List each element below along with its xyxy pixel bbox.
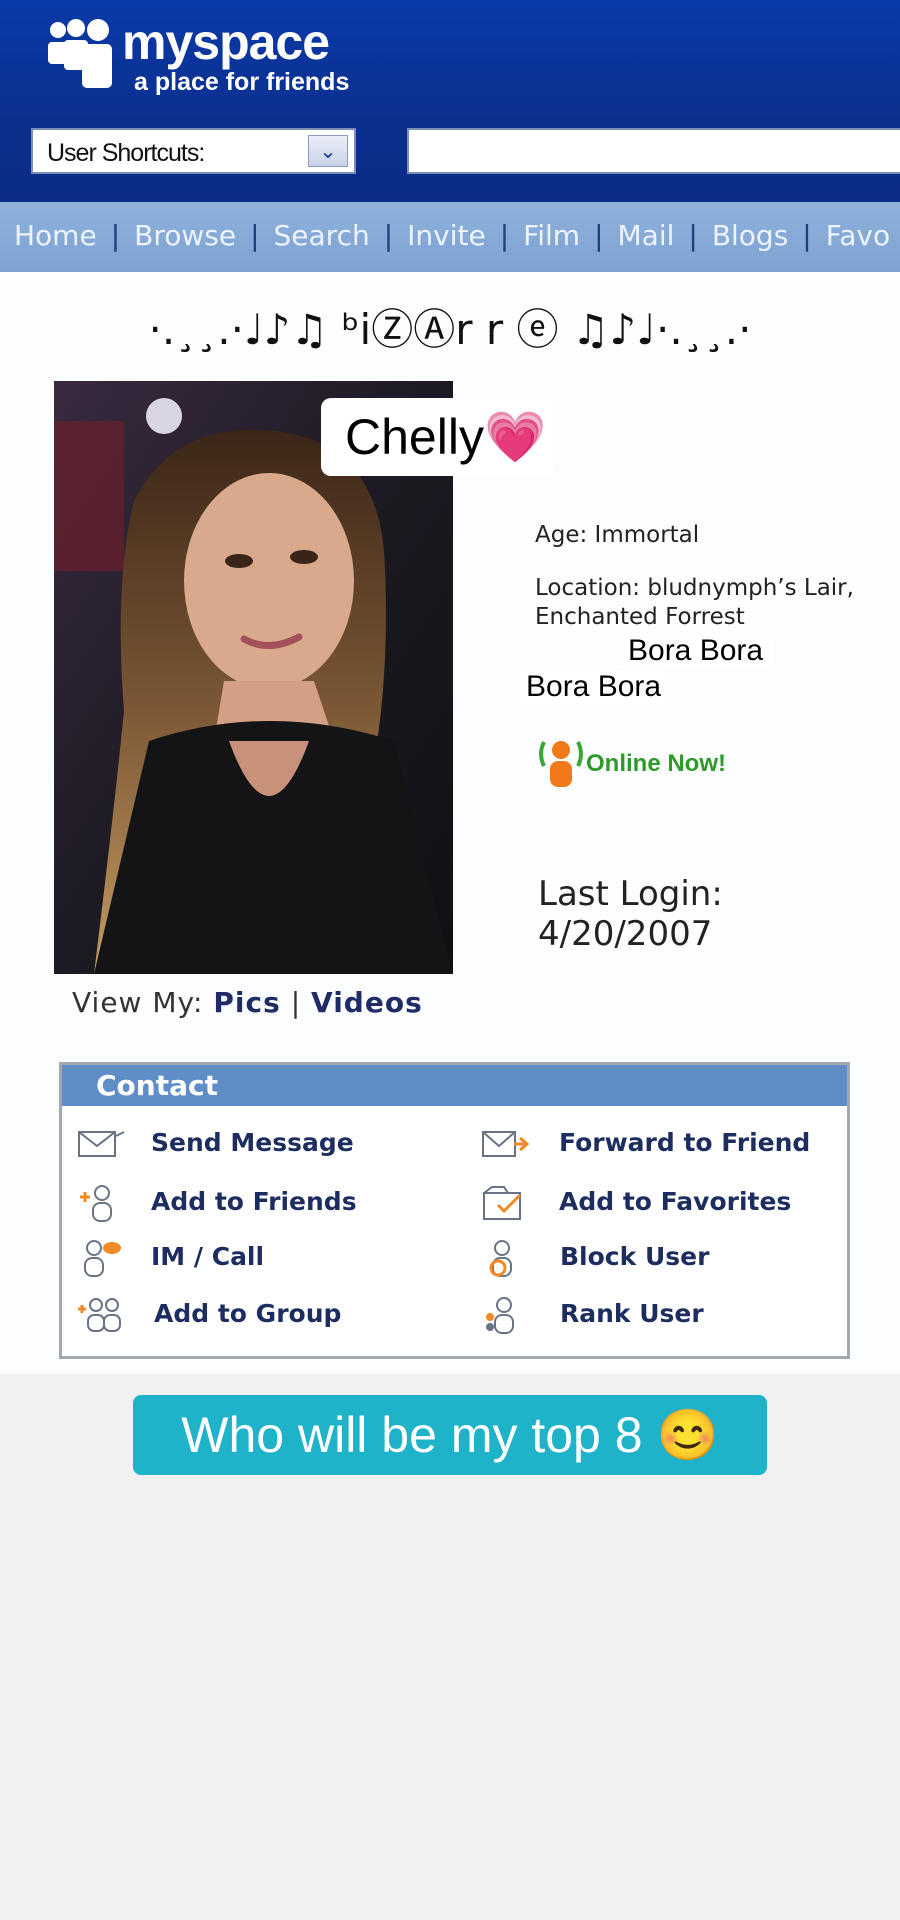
video-caption: Who will be my top 8 😊	[133, 1395, 767, 1475]
view-my-separator: |	[290, 986, 302, 1019]
rank-user-icon	[486, 1297, 514, 1334]
nav-invite[interactable]: Invite	[407, 219, 486, 252]
myspace-header: myspace a place for friends User Shortcu…	[0, 0, 900, 202]
nav-separator: |	[250, 219, 260, 252]
profile-location: Location: bludnymph’s Lair, Enchanted Fo…	[535, 574, 895, 632]
add-to-favorites-label: Add to Favorites	[559, 1187, 792, 1216]
add-to-group-label: Add to Group	[154, 1299, 342, 1328]
friends-logo-icon	[48, 19, 112, 88]
last-login: Last Login: 4/20/2007	[538, 874, 723, 954]
nav-film[interactable]: Film	[523, 219, 580, 252]
profile-main: ·.¸¸.·♩♪♫ ᵇiⓏⒶr r ⓔ ♫♪♩·.¸¸.· Chelly💗 Ag…	[0, 272, 900, 1374]
block-user-label: Block User	[560, 1242, 710, 1271]
nav-search[interactable]: Search	[274, 219, 370, 252]
online-person-icon	[539, 741, 583, 787]
online-now-badge: Online Now!	[538, 734, 778, 790]
view-my-label: View My:	[72, 986, 204, 1019]
forward-envelope-icon	[482, 1131, 530, 1157]
nav-separator: |	[499, 219, 510, 252]
last-login-label: Last Login:	[538, 874, 723, 914]
envelope-icon	[78, 1131, 125, 1157]
nav-separator: |	[110, 219, 121, 252]
add-group-icon	[78, 1298, 121, 1332]
location-line-2: Enchanted Forrest	[535, 604, 745, 630]
search-input[interactable]	[407, 128, 900, 174]
location-overlay-text: Bora Bora	[618, 634, 774, 668]
favorites-folder-icon	[483, 1186, 522, 1220]
nav-mail[interactable]: Mail	[618, 219, 675, 252]
logo-wordmark: myspace	[122, 14, 330, 70]
block-user-icon	[489, 1240, 512, 1277]
im-call-icon	[84, 1240, 121, 1277]
contact-box: Contact Send Message Forward to Friend A…	[59, 1062, 850, 1359]
location-line-1: Location: bludnymph’s Lair,	[535, 575, 854, 601]
name-sticker: Chelly💗	[321, 398, 554, 476]
myspace-logo[interactable]: myspace a place for friends	[46, 14, 366, 104]
add-friend-icon	[80, 1185, 112, 1222]
view-my-links: View My: Pics | Videos	[72, 986, 423, 1019]
view-pics-link[interactable]: Pics	[213, 986, 280, 1019]
main-nav-bar: Home | Browse | Search | Invite | Film | Mail | Blog…	[0, 202, 900, 272]
nav-separator: |	[802, 219, 812, 252]
location-overlay-text: Bora Bora	[520, 670, 668, 704]
nav-home[interactable]: Home	[14, 219, 97, 252]
im-call-label: IM / Call	[151, 1242, 265, 1271]
user-shortcuts-label: User Shortcuts:	[47, 139, 205, 167]
nav-favorites[interactable]: Favo	[826, 219, 890, 252]
contact-header: Contact	[62, 1065, 847, 1106]
last-login-date: 4/20/2007	[538, 914, 713, 954]
nav-separator: |	[594, 219, 604, 252]
logo-tagline: a place for friends	[134, 68, 350, 96]
send-message-label: Send Message	[151, 1128, 354, 1157]
profile-display-name: ·.¸¸.·♩♪♫ ᵇiⓏⒶr r ⓔ ♫♪♩·.¸¸.·	[148, 305, 752, 354]
online-status-text: Online Now!	[586, 750, 726, 777]
profile-age: Age: Immortal	[535, 522, 700, 548]
chevron-down-icon[interactable]: ⌄	[308, 135, 348, 167]
add-to-friends-label: Add to Friends	[151, 1187, 357, 1216]
view-videos-link[interactable]: Videos	[311, 986, 423, 1019]
nav-blogs[interactable]: Blogs	[712, 219, 788, 252]
nav-separator: |	[383, 219, 394, 252]
user-shortcuts-dropdown[interactable]: User Shortcuts: ⌄	[31, 128, 356, 174]
nav-separator: |	[688, 219, 698, 252]
rank-user-label: Rank User	[560, 1299, 704, 1328]
forward-to-friend-label: Forward to Friend	[559, 1128, 811, 1157]
nav-browse[interactable]: Browse	[134, 219, 236, 252]
